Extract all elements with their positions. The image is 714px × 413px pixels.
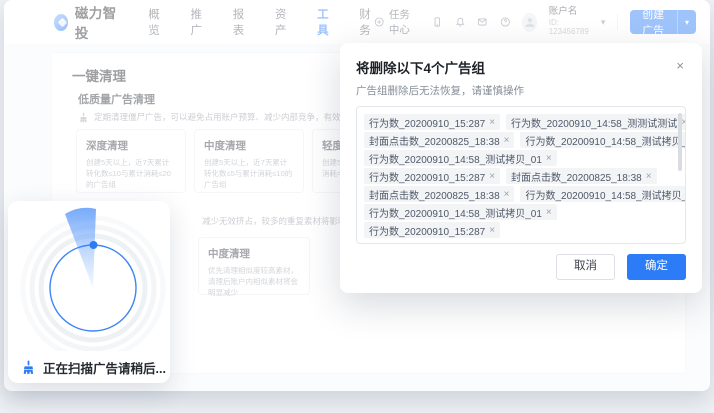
ad-group-tag: 封面点击数_20200825_18:38 × (506, 168, 657, 184)
tag-row: 封面点击数_20200825_18:38 × 行为数_20200910_14:58… (364, 132, 685, 148)
confirm-button[interactable]: 确定 (627, 254, 686, 280)
remove-tag-icon[interactable]: × (504, 189, 510, 200)
remove-tag-icon[interactable]: × (504, 135, 510, 146)
remove-tag-icon[interactable]: × (646, 171, 652, 182)
ad-group-tag: 行为数_20200910_14:58_测试拷贝_01× (520, 132, 686, 148)
tag-row: 行为数_20200910_14:58_测试拷贝_01 × (364, 204, 673, 220)
ad-group-tag: 行为数_20200910_15:287 × (364, 222, 501, 238)
modal-footer: 取消 确定 (356, 254, 686, 280)
modal-subtitle: 广告组删除后无法恢复，请谨慎操作 (356, 85, 524, 97)
close-icon[interactable]: × (674, 57, 686, 74)
scrollbar-thumb[interactable] (678, 113, 682, 171)
ad-group-tag: 封面点击数_20200825_18:38 × (364, 186, 515, 202)
ad-group-tag: 封面点击数_20200825_18:38 × (364, 132, 515, 148)
tag-row: 行为数_20200910_15:287 × 封面点击数_20200825_18:3… (364, 168, 673, 184)
remove-tag-icon[interactable]: × (489, 225, 495, 236)
cancel-button[interactable]: 取消 (556, 254, 615, 280)
tag-label: 行为数_20200910_15:287 (369, 118, 486, 130)
ad-group-tag: 行为数_20200910_14:58_测试拷贝_01 × (364, 150, 557, 166)
tag-label: 行为数_20200910_14:58_测测试测试 (511, 118, 678, 130)
delete-confirm-modal: 将删除以下4个广告组 × 广告组删除后无法恢复，请谨慎操作 行为数_202009… (340, 43, 702, 293)
tag-label: 封面点击数_20200825_18:38 (511, 172, 642, 184)
app-screenshot: 磁力智投 概览 推广 报表 资产 工具 财务 任务中心 (0, 0, 714, 413)
tag-label: 行为数_20200910_14:58_测试拷贝_01 (525, 190, 686, 202)
radar-scan-icon (20, 207, 166, 351)
tag-label: 封面点击数_20200825_18:38 (369, 136, 500, 148)
scan-status: 正在扫描广告请稍后... (8, 351, 170, 383)
modal-title: 将删除以下4个广告组 (356, 61, 486, 76)
remove-tag-icon[interactable]: × (489, 117, 495, 128)
tag-label: 行为数_20200910_15:287 (369, 226, 486, 238)
tag-label: 行为数_20200910_14:58_测试拷贝_01 (369, 208, 542, 220)
ad-group-tag: 行为数_20200910_14:58_测测试测试× (506, 114, 685, 130)
ad-group-tag: 行为数_20200910_14:58_测试拷贝_01 × (364, 204, 557, 220)
scan-progress-card: 正在扫描广告请稍后... (8, 201, 170, 383)
scan-status-text: 正在扫描广告请稍后... (43, 361, 166, 376)
broom-blue-icon (23, 360, 34, 374)
remove-tag-icon[interactable]: × (546, 207, 552, 218)
remove-tag-icon[interactable]: × (489, 171, 495, 182)
tag-label: 行为数_20200910_14:58_测试拷贝_01 (525, 136, 686, 148)
tag-label: 封面点击数_20200825_18:38 (369, 190, 500, 202)
tag-row: 行为数_20200910_14:58_测试拷贝_01 × (364, 150, 673, 166)
tag-row: 行为数_20200910_15:287 × 行为数_20200910_14:58_… (364, 114, 685, 130)
modal-header: 将删除以下4个广告组 × (356, 57, 686, 77)
tag-row: 行为数_20200910_15:287 × (364, 222, 673, 238)
ad-group-tag: 行为数_20200910_14:58_测试拷贝_01× (520, 186, 686, 202)
tag-label: 行为数_20200910_14:58_测试拷贝_01 (369, 154, 542, 166)
ad-group-tag: 行为数_20200910_15:287 × (364, 168, 501, 184)
app-window: 磁力智投 概览 推广 报表 资产 工具 财务 任务中心 (4, 0, 710, 391)
tag-label: 行为数_20200910_15:287 (369, 172, 486, 184)
remove-tag-icon[interactable]: × (546, 153, 552, 164)
ad-group-tag-list: 行为数_20200910_15:287 × 行为数_20200910_14:58_… (356, 106, 686, 244)
tag-row: 封面点击数_20200825_18:38 × 行为数_20200910_14:58… (364, 186, 685, 202)
ad-group-tag: 行为数_20200910_15:287 × (364, 114, 501, 130)
